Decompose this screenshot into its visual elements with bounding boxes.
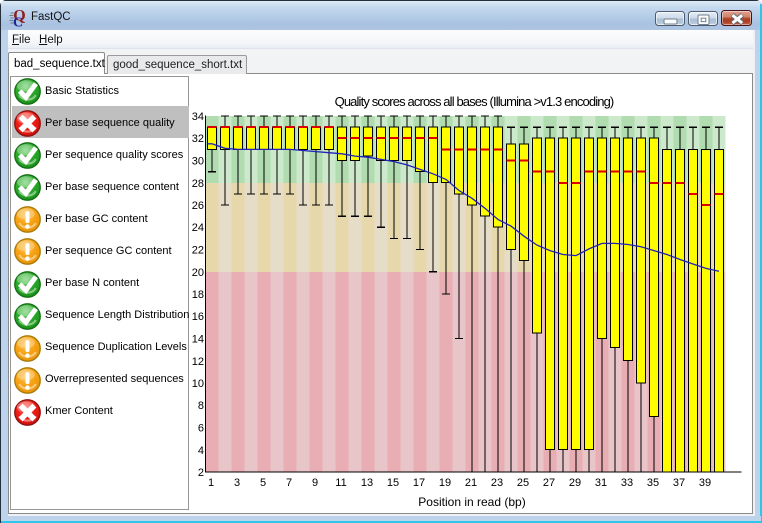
svg-text:25: 25 bbox=[517, 477, 529, 489]
svg-text:16: 16 bbox=[192, 311, 204, 323]
svg-text:4: 4 bbox=[198, 445, 204, 457]
svg-text:13: 13 bbox=[361, 477, 373, 489]
svg-text:20: 20 bbox=[192, 267, 204, 279]
svg-text:Position in read (bp): Position in read (bp) bbox=[418, 495, 525, 509]
svg-text:23: 23 bbox=[491, 477, 503, 489]
svg-text:35: 35 bbox=[647, 477, 659, 489]
svg-text:30: 30 bbox=[192, 156, 204, 168]
svg-text:2: 2 bbox=[198, 467, 204, 479]
svg-text:39: 39 bbox=[699, 477, 711, 489]
svg-text:26: 26 bbox=[192, 200, 204, 212]
svg-text:6: 6 bbox=[198, 423, 204, 435]
svg-text:17: 17 bbox=[413, 477, 425, 489]
svg-text:28: 28 bbox=[192, 178, 204, 190]
svg-text:11: 11 bbox=[335, 477, 346, 489]
svg-text:27: 27 bbox=[543, 477, 555, 489]
svg-text:15: 15 bbox=[387, 477, 399, 489]
svg-text:22: 22 bbox=[192, 245, 204, 257]
svg-text:34: 34 bbox=[192, 111, 204, 123]
svg-text:33: 33 bbox=[621, 477, 633, 489]
svg-text:1: 1 bbox=[208, 477, 214, 489]
svg-text:24: 24 bbox=[192, 222, 204, 234]
svg-text:8: 8 bbox=[198, 400, 204, 412]
svg-text:3: 3 bbox=[234, 477, 240, 489]
svg-text:9: 9 bbox=[312, 477, 318, 489]
svg-text:C: C bbox=[13, 16, 23, 29]
svg-text:32: 32 bbox=[192, 133, 204, 145]
svg-text:5: 5 bbox=[260, 477, 266, 489]
svg-text:19: 19 bbox=[439, 477, 451, 489]
svg-text:37: 37 bbox=[673, 477, 685, 489]
svg-text:14: 14 bbox=[192, 334, 204, 346]
svg-text:29: 29 bbox=[569, 477, 581, 489]
svg-text:18: 18 bbox=[192, 289, 204, 301]
svg-text:7: 7 bbox=[286, 477, 292, 489]
svg-text:10: 10 bbox=[192, 378, 204, 390]
svg-text:Quality scores across all base: Quality scores across all bases (Illumin… bbox=[335, 94, 614, 109]
svg-text:31: 31 bbox=[595, 477, 607, 489]
svg-text:21: 21 bbox=[465, 477, 477, 489]
svg-text:12: 12 bbox=[192, 356, 204, 368]
